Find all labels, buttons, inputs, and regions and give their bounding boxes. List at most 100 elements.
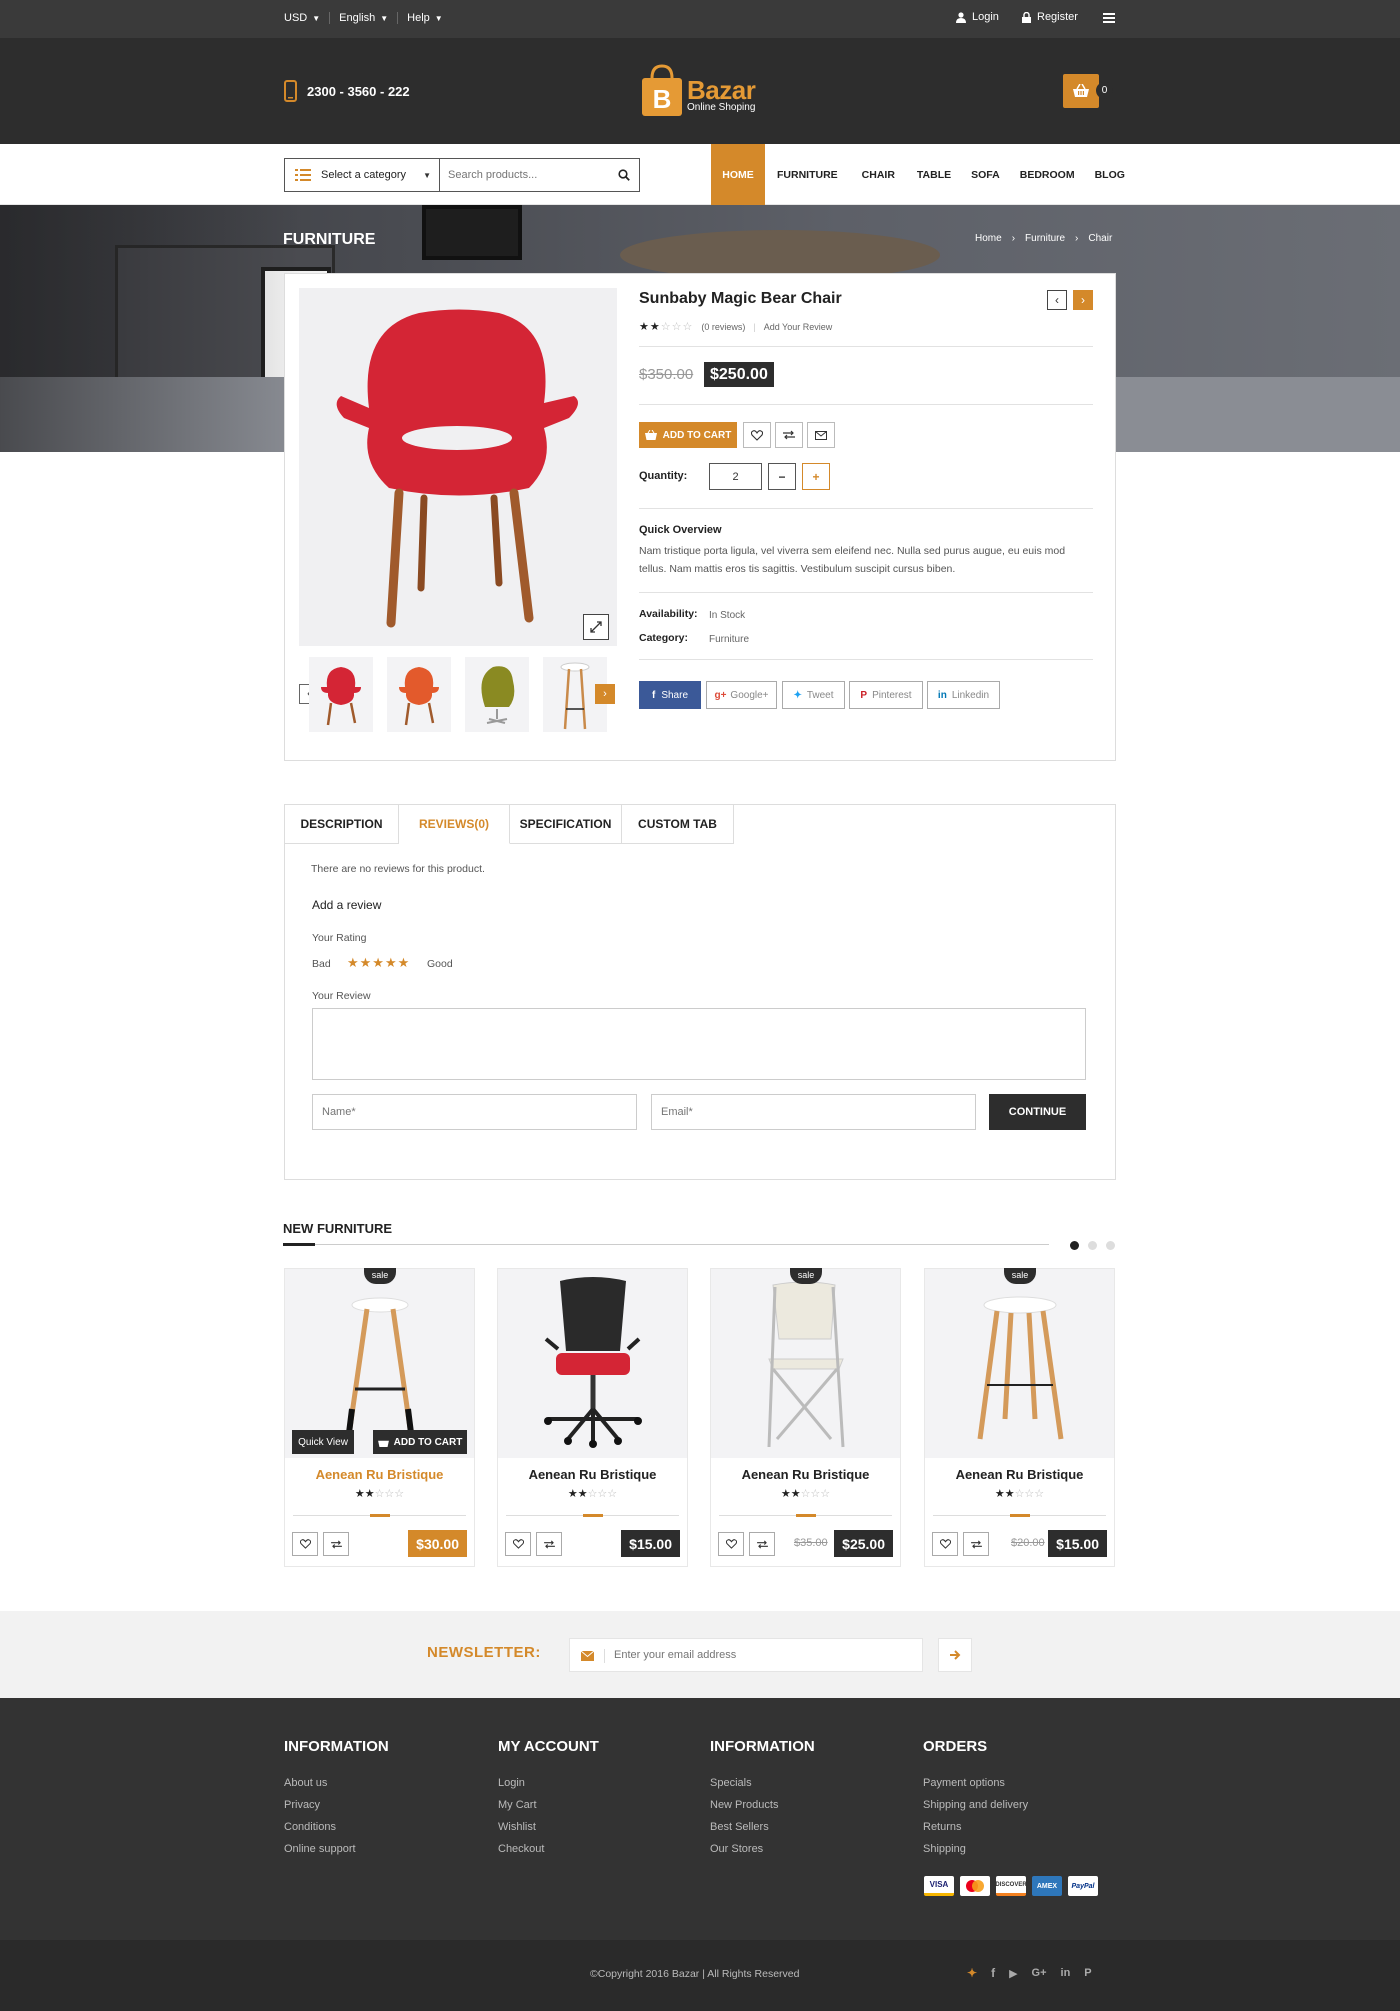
wishlist-heart-icon[interactable] xyxy=(292,1532,318,1556)
share-google-button[interactable]: g+ Google+ xyxy=(706,681,777,709)
product-image[interactable] xyxy=(498,1269,687,1458)
product-name[interactable]: Aenean Ru Bristique xyxy=(285,1467,474,1482)
footer-link[interactable]: My Cart xyxy=(498,1799,599,1811)
currency-select[interactable]: USD ▼ xyxy=(284,12,331,24)
footer-link[interactable]: Online support xyxy=(284,1843,389,1855)
newsletter-email-input[interactable] xyxy=(614,1639,914,1671)
linkedin-icon[interactable]: in xyxy=(1061,1967,1071,1979)
product-image[interactable] xyxy=(711,1269,900,1458)
footer-link[interactable]: Shipping and delivery xyxy=(923,1799,1028,1811)
rating-stars-input[interactable]: ★★★★★ xyxy=(347,955,410,971)
google-plus-icon[interactable]: G+ xyxy=(1032,1967,1047,1979)
add-to-cart-button[interactable]: ADD TO CART xyxy=(639,422,737,448)
thumbnail-3[interactable] xyxy=(465,657,529,732)
product-item[interactable]: sale Aenean Ru Bristique ★★☆☆☆ $35.00 $2… xyxy=(710,1268,901,1567)
nav-item-table[interactable]: TABLE xyxy=(907,144,961,205)
tab-specification[interactable]: SPECIFICATION xyxy=(510,805,622,844)
login-link[interactable]: Login xyxy=(956,11,999,23)
compare-icon[interactable] xyxy=(963,1532,989,1556)
footer-link[interactable]: Shipping xyxy=(923,1843,1028,1855)
name-field[interactable] xyxy=(312,1094,637,1130)
footer-link[interactable]: Login xyxy=(498,1777,599,1789)
continue-button[interactable]: CONTINUE xyxy=(989,1094,1086,1130)
wishlist-heart-icon[interactable] xyxy=(718,1532,744,1556)
prev-product-button[interactable]: ‹ xyxy=(1047,290,1067,310)
thumb-next-button[interactable]: › xyxy=(595,684,615,704)
footer-link[interactable]: Privacy xyxy=(284,1799,389,1811)
compare-icon[interactable] xyxy=(749,1532,775,1556)
nav-item-home[interactable]: HOME xyxy=(711,144,765,205)
wishlist-heart-icon[interactable] xyxy=(932,1532,958,1556)
add-review-link[interactable]: Add Your Review xyxy=(764,322,833,332)
facebook-icon[interactable]: f xyxy=(991,1966,995,1980)
product-item[interactable]: Aenean Ru Bristique ★★☆☆☆ $15.00 xyxy=(497,1268,688,1567)
product-main-image[interactable] xyxy=(299,288,617,646)
tab-description[interactable]: DESCRIPTION xyxy=(285,805,399,844)
footer-link[interactable]: Specials xyxy=(710,1777,815,1789)
help-menu[interactable]: Help ▼ xyxy=(398,12,443,24)
product-image[interactable] xyxy=(925,1269,1114,1458)
breadcrumb-furniture[interactable]: Furniture xyxy=(1025,233,1065,244)
newsletter-label: NEWSLETTER: xyxy=(427,1644,541,1661)
nav-item-sofa[interactable]: SOFA xyxy=(961,144,1010,205)
quantity-decrease-button[interactable]: − xyxy=(768,463,796,490)
compare-icon[interactable] xyxy=(536,1532,562,1556)
review-textarea[interactable] xyxy=(312,1008,1086,1080)
search-icon[interactable] xyxy=(618,169,630,181)
wishlist-heart-icon[interactable] xyxy=(505,1532,531,1556)
footer-link[interactable]: New Products xyxy=(710,1799,815,1811)
category-value[interactable]: Furniture xyxy=(709,634,749,645)
footer-link[interactable]: Returns xyxy=(923,1821,1028,1833)
twitter-icon[interactable]: ✦ xyxy=(967,1966,977,1980)
logo[interactable]: B Bazar Online Shoping xyxy=(640,64,756,118)
register-link[interactable]: Register xyxy=(1022,11,1078,23)
search-input[interactable] xyxy=(440,159,610,191)
product-name[interactable]: Aenean Ru Bristique xyxy=(498,1467,687,1482)
menu-icon[interactable] xyxy=(1103,13,1115,23)
share-linkedin-button[interactable]: in Linkedin xyxy=(927,681,1000,709)
share-facebook-button[interactable]: f Share xyxy=(639,681,701,709)
youtube-icon[interactable]: ▶ xyxy=(1009,1967,1017,1980)
thumbnail-2[interactable] xyxy=(387,657,451,732)
nav-item-furniture[interactable]: FURNITURE xyxy=(765,144,850,205)
tab-custom[interactable]: CUSTOM TAB xyxy=(622,805,734,844)
product-name[interactable]: Aenean Ru Bristique xyxy=(925,1467,1114,1482)
newsletter-submit-button[interactable] xyxy=(938,1638,972,1672)
carousel-dot[interactable] xyxy=(1088,1241,1097,1250)
footer-link[interactable]: Our Stores xyxy=(710,1843,815,1855)
product-item[interactable]: sale Aenean Ru Bristique ★★☆☆☆ $20.00 $1… xyxy=(924,1268,1115,1567)
quantity-input[interactable]: 2 xyxy=(709,463,762,490)
next-product-button[interactable]: › xyxy=(1073,290,1093,310)
breadcrumb-home[interactable]: Home xyxy=(975,233,1002,244)
tab-reviews[interactable]: REVIEWS(0) xyxy=(399,805,510,844)
email-field[interactable] xyxy=(651,1094,976,1130)
share-twitter-button[interactable]: ✦ Tweet xyxy=(782,681,845,709)
footer-link[interactable]: Conditions xyxy=(284,1821,389,1833)
footer-link[interactable]: About us xyxy=(284,1777,389,1789)
share-pinterest-button[interactable]: P Pinterest xyxy=(849,681,923,709)
product-name[interactable]: Aenean Ru Bristique xyxy=(711,1467,900,1482)
footer-link[interactable]: Wishlist xyxy=(498,1821,599,1833)
product-item[interactable]: sale Quick View ADD TO CART Aenean Ru Br… xyxy=(284,1268,475,1567)
pinterest-icon[interactable]: P xyxy=(1084,1967,1091,1979)
email-icon[interactable] xyxy=(807,422,835,448)
carousel-dot-active[interactable] xyxy=(1070,1241,1079,1250)
quick-view-button[interactable]: Quick View xyxy=(292,1430,354,1454)
expand-icon[interactable] xyxy=(583,614,609,640)
nav-item-blog[interactable]: BLOG xyxy=(1085,144,1125,205)
nav-item-bedroom[interactable]: BEDROOM xyxy=(1010,144,1085,205)
footer-link[interactable]: Best Sellers xyxy=(710,1821,815,1833)
cart-button[interactable] xyxy=(1063,74,1099,108)
footer-link[interactable]: Checkout xyxy=(498,1843,599,1855)
footer-link[interactable]: Payment options xyxy=(923,1777,1028,1789)
carousel-dot[interactable] xyxy=(1106,1241,1115,1250)
add-to-cart-button[interactable]: ADD TO CART xyxy=(373,1430,467,1454)
language-select[interactable]: English ▼ xyxy=(330,12,399,24)
thumbnail-1[interactable] xyxy=(309,657,373,732)
category-select[interactable]: Select a category ▼ xyxy=(284,158,440,192)
quantity-increase-button[interactable]: + xyxy=(802,463,830,490)
compare-icon[interactable] xyxy=(775,422,803,448)
nav-item-chair[interactable]: CHAIR xyxy=(850,144,907,205)
wishlist-heart-icon[interactable] xyxy=(743,422,771,448)
compare-icon[interactable] xyxy=(323,1532,349,1556)
